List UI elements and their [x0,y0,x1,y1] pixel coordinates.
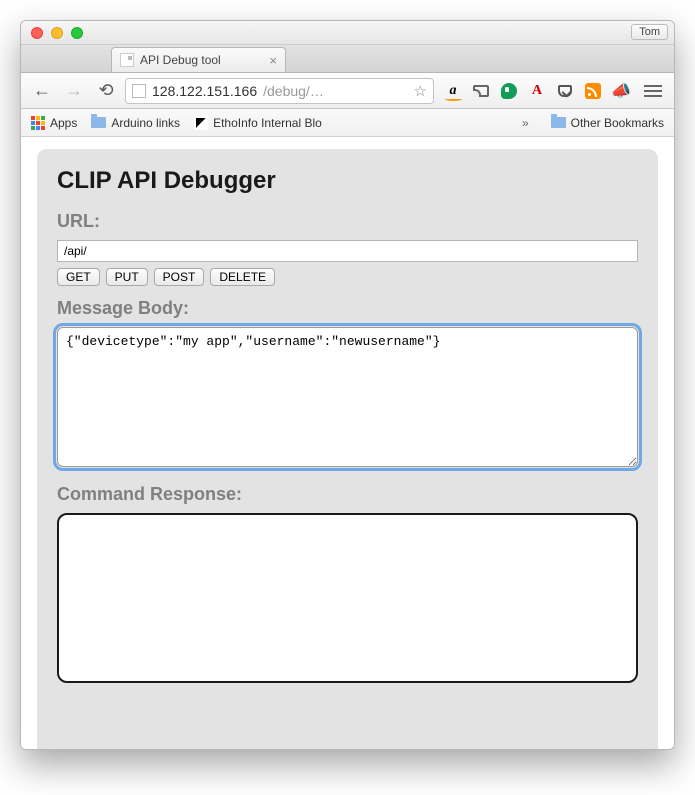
bookmarks-overflow[interactable]: » [522,116,529,130]
page-title: CLIP API Debugger [57,167,638,195]
hangouts-extension-icon[interactable] [501,83,517,99]
url-host: 128.122.151.166 [152,83,257,99]
minimize-window-button[interactable] [51,27,63,39]
red-a-extension-icon[interactable]: A [528,82,546,100]
extension-icons: a A 📣 [440,82,666,100]
tab-strip: API Debug tool × [21,45,674,73]
close-tab-icon[interactable]: × [269,53,277,68]
url-path: /debug/… [263,83,324,99]
command-response-box [57,513,638,683]
other-bookmarks-folder[interactable]: Other Bookmarks [551,116,664,130]
bookmark-label: EthoInfo Internal Blo [213,116,322,130]
forward-button[interactable]: → [61,78,87,104]
http-method-row: GET PUT POST DELETE [57,268,638,286]
browser-toolbar: ← → ⟲ 128.122.151.166/debug/… ☆ a A 📣 [21,73,674,109]
apps-label: Apps [50,116,77,130]
folder-icon [551,117,566,128]
bookmark-star-icon[interactable]: ☆ [414,82,427,100]
put-button[interactable]: PUT [106,268,148,286]
apps-icon [31,116,45,130]
message-body-textarea[interactable] [57,327,638,467]
back-button[interactable]: ← [29,78,55,104]
post-button[interactable]: POST [154,268,205,286]
site-info-icon[interactable] [132,84,146,98]
get-button[interactable]: GET [57,268,100,286]
url-input[interactable] [57,240,638,262]
megaphone-extension-icon[interactable]: 📣 [612,82,630,100]
cast-extension-icon[interactable] [473,85,489,97]
close-window-button[interactable] [31,27,43,39]
ethoinfo-favicon-icon [194,116,208,130]
bookmark-label: Arduino links [111,116,180,130]
zoom-window-button[interactable] [71,27,83,39]
amazon-extension-icon[interactable]: a [444,82,462,100]
reload-button[interactable]: ⟲ [93,78,119,104]
chrome-menu-icon[interactable] [644,85,662,97]
bookmark-folder-arduino[interactable]: Arduino links [91,116,180,130]
apps-shortcut[interactable]: Apps [31,116,77,130]
response-section-label: Command Response: [57,484,638,505]
body-section-label: Message Body: [57,298,638,319]
traffic-lights [31,27,83,39]
pocket-extension-icon[interactable] [558,85,572,97]
browser-window: Tom API Debug tool × ← → ⟲ 128.122.151.1… [20,20,675,750]
delete-button[interactable]: DELETE [210,268,275,286]
page-viewport: CLIP API Debugger URL: GET PUT POST DELE… [21,137,674,749]
debugger-panel: CLIP API Debugger URL: GET PUT POST DELE… [37,149,658,749]
rss-extension-icon[interactable] [585,83,601,99]
bookmark-item-ethoinfo[interactable]: EthoInfo Internal Blo [194,116,322,130]
browser-tab[interactable]: API Debug tool × [111,47,286,72]
url-section-label: URL: [57,211,638,232]
address-bar[interactable]: 128.122.151.166/debug/… ☆ [125,78,434,104]
bookmarks-bar: Apps Arduino links EthoInfo Internal Blo… [21,109,674,137]
profile-badge[interactable]: Tom [631,24,668,40]
folder-icon [91,117,106,128]
bookmark-label: Other Bookmarks [571,116,664,130]
titlebar: Tom [21,21,674,45]
page-favicon-icon [120,53,134,67]
tab-title: API Debug tool [140,53,221,67]
